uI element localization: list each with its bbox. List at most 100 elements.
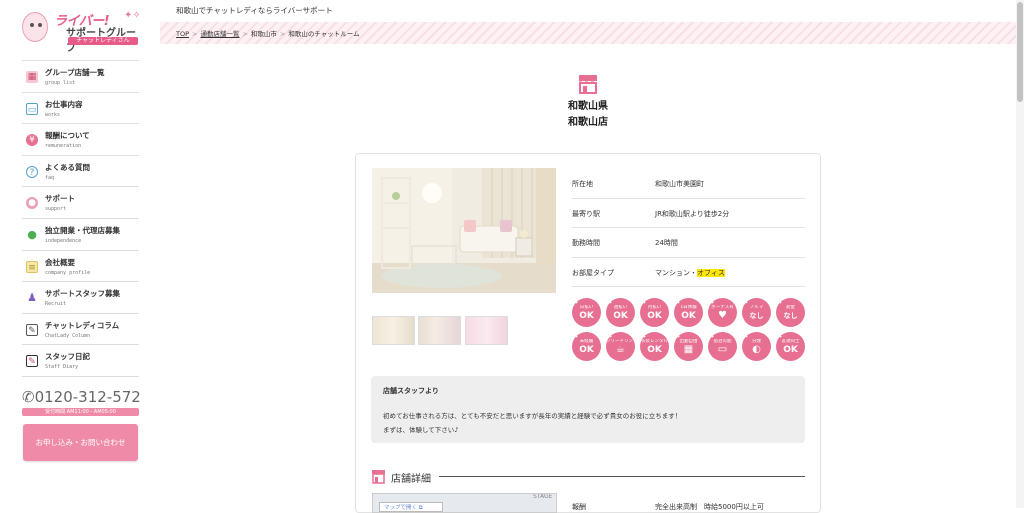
sidebar-item-remuneration[interactable]: ¥ 報酬について remuneration — [22, 124, 139, 156]
info-value: 和歌山市美園町 — [655, 180, 704, 188]
page-tagline: 和歌山でチャットレディならライバーサポート — [176, 6, 333, 15]
sidebar-item-support[interactable]: ● サポート support — [22, 187, 139, 219]
info-row-hours: 勤務時間 24時間 — [572, 228, 805, 258]
site-logo[interactable]: ライバー! ✦✧ サポートグループ チャットレディさん — [20, 10, 141, 54]
shop-map[interactable]: マップで開く ⧉ STAGE — [372, 493, 557, 513]
cup-icon: ☕ — [616, 344, 625, 355]
logo-line3: チャットレディさん — [68, 37, 138, 45]
question-icon: ? — [26, 165, 38, 178]
badge-label: 月払い — [647, 305, 662, 310]
sidebar-item-label: お仕事内容 — [45, 99, 83, 109]
sidebar-item-sublabel: support — [45, 206, 67, 213]
sidebar-nav: ▦ グループ店舗一覧 group list ▭ お仕事内容 works ¥ 報酬… — [22, 60, 139, 377]
info-value: JR和歌山駅より徒歩2分 — [655, 209, 730, 218]
shop-name: 和歌山店 — [568, 117, 608, 128]
badge-label: ノルマ — [749, 305, 764, 310]
phone-block[interactable]: ✆0120-312-572 受付時間 AM11:00 - AM05:00 — [22, 388, 141, 416]
open-map-button[interactable]: マップで開く ⧉ — [379, 502, 443, 512]
photo-thumbnail[interactable] — [418, 316, 461, 345]
sidebar-item-label: 会社概要 — [45, 257, 75, 267]
breadcrumb-separator: > — [192, 30, 198, 38]
sidebar-item-works[interactable]: ▭ お仕事内容 works — [22, 93, 139, 125]
info-key: 勤務時間 — [572, 239, 600, 248]
badge-monthly-pay: ✦ 月払い OK — [640, 298, 669, 327]
room-type-highlight: オフィス — [697, 268, 725, 277]
info-value: 24時間 — [655, 239, 678, 248]
calendar-icon: ▦ — [683, 344, 694, 355]
badge-value: OK — [613, 311, 628, 321]
badge-no-fines: ✦ 罰金 なし — [776, 298, 805, 327]
scrollbar-thumb[interactable] — [1017, 2, 1023, 102]
badge-value: なし — [749, 312, 764, 320]
badge-label: 1日体験 — [680, 305, 697, 310]
sidebar-item-faq[interactable]: ? よくある質問 faq — [22, 156, 139, 188]
badge-weekly-pay: ✦ 週払い OK — [606, 298, 635, 327]
monitor-icon: ▭ — [26, 102, 38, 115]
shop-detail-title: 店舗詳細 — [391, 474, 431, 485]
info-value: マンション・オフィス — [655, 268, 725, 278]
sidebar-item-sublabel: group list — [45, 80, 76, 86]
sparkle-icon: ✦✧ — [124, 10, 141, 21]
info-row-address: 所在地 和歌山市美園町 — [572, 169, 805, 199]
breadcrumb: TOP > 通勤店舗一覧 > 和歌山市 > 和歌山のチャットルーム — [176, 28, 360, 38]
shop-icon — [579, 75, 597, 94]
badge-value: OK — [579, 311, 594, 321]
pen-icon: ✎ — [26, 323, 38, 336]
wallet-icon: ¥ — [26, 134, 38, 147]
sidebar-item-label: 報酬について — [45, 131, 90, 141]
info-key: 所在地 — [572, 180, 593, 188]
sidebar-item-sublabel: independence — [45, 237, 82, 244]
badge-value: OK — [647, 311, 662, 321]
badge-label: 未経験 — [579, 339, 594, 344]
sidebar-item-company-profile[interactable]: ≡ 会社概要 company profile — [22, 251, 139, 283]
person-icon: ● — [27, 227, 37, 241]
shop-detail-heading: 店舗詳細 — [371, 468, 805, 485]
info-key: お部屋タイプ — [572, 268, 614, 277]
shop-photo[interactable] — [372, 168, 556, 293]
sidebar-item-sublabel: company profile — [45, 269, 91, 276]
shop-icon: ▦ — [26, 71, 38, 83]
breadcrumb-link-shops[interactable]: 通勤店舗一覧 — [200, 30, 239, 38]
staff-message-line: まずは、体験して下さい♪ — [383, 426, 459, 434]
sidebar: ライバー! ✦✧ サポートグループ チャットレディさん ▦ グループ店舗一覧 g… — [0, 0, 160, 508]
badge-value: OK — [681, 311, 696, 321]
badge-label: 日払い — [579, 305, 594, 310]
breadcrumb-separator: > — [279, 30, 286, 38]
sidebar-item-label: よくある質問 — [45, 162, 90, 172]
sidebar-item-independence[interactable]: ● 独立開業・代理店募集 independence — [22, 219, 139, 251]
sidebar-item-staff-diary[interactable]: ✎ スタッフ日記 Staff Diary — [22, 345, 139, 377]
shop-prefecture: 和歌山県 — [568, 101, 608, 112]
badge-value: OK — [579, 345, 594, 355]
contact-button[interactable]: お申し込み・お問い合わせ — [23, 424, 138, 461]
sidebar-item-recruit[interactable]: ♟ サポートスタッフ募集 Recruit — [22, 282, 139, 314]
sidebar-item-group-list[interactable]: ▦ グループ店舗一覧 group list — [22, 61, 139, 93]
phone-icon: ✆ — [22, 388, 35, 406]
sidebar-item-label: グループ店舗一覧 — [45, 68, 105, 77]
sidebar-item-sublabel: remuneration — [45, 143, 82, 150]
staff-message-line: 初めてお仕事される方は、とても不安だと思いますが長年の実績と経験で必ず貴女のお役… — [383, 412, 682, 420]
breadcrumb-separator: > — [242, 30, 248, 38]
photo-thumbnail[interactable] — [465, 316, 508, 345]
sidebar-item-sublabel: works — [45, 111, 61, 118]
detail-key: 報酬 — [572, 503, 586, 511]
photo-thumbnail[interactable] — [372, 316, 415, 345]
badge-value: OK — [783, 345, 798, 355]
badge-daily-pay: ✦ 日払い OK — [572, 298, 601, 327]
page-scrollbar[interactable] — [1016, 0, 1024, 508]
sidebar-item-label: 独立開業・代理店募集 — [45, 225, 120, 235]
badge-smoking-separated: ✦ 分煙 ◐ — [742, 332, 771, 361]
sidebar-item-label: サポート — [45, 194, 75, 204]
map-label: STAGE — [533, 493, 553, 500]
sidebar-item-sublabel: Recruit — [45, 301, 67, 308]
sidebar-item-sublabel: faq — [45, 174, 55, 181]
smoke-icon: ◐ — [752, 344, 761, 355]
heart-icon: ♥ — [718, 310, 727, 321]
breadcrumb-current: 和歌山のチャットルーム — [288, 30, 360, 38]
badge-label: 友達同士 — [781, 339, 800, 344]
phone-number[interactable]: ✆0120-312-572 — [22, 388, 141, 406]
sidebar-item-label: チャットレディコラム — [45, 320, 120, 330]
badge-value: なし — [783, 312, 798, 320]
sidebar-item-column[interactable]: ✎ チャットレディコラム ChatLady Column — [22, 314, 139, 346]
breadcrumb-link-top[interactable]: TOP — [176, 30, 189, 38]
badge-label: 罰金 — [786, 305, 795, 310]
